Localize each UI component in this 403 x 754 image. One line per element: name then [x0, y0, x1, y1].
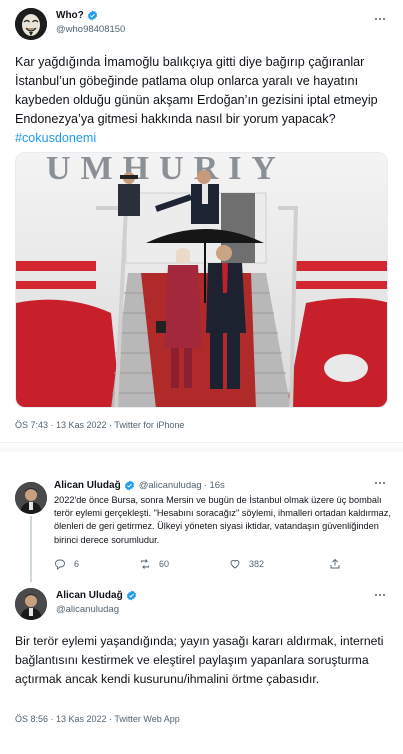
hashtag-link[interactable]: #cokusdonemi	[15, 131, 96, 145]
second-tweet: Alican Uludağ @alicanuludag Bir terör ey…	[0, 582, 403, 754]
tweet-text: Bir terör eylemi yaşandığında; yayın yas…	[15, 634, 384, 686]
like-count: 382	[249, 559, 265, 569]
reply-time[interactable]: · 16s	[204, 480, 225, 491]
tweet-text: Kar yağdığında İmamoğlu balıkçıya gitti …	[15, 53, 393, 148]
author-display-name[interactable]: Who?	[56, 10, 84, 21]
aircraft-lettering: UMHURIY	[46, 153, 286, 187]
author-name-row[interactable]: Alican Uludağ @alicanuludag · 16s	[54, 480, 225, 491]
share-icon	[330, 558, 340, 569]
like-action[interactable]: 382	[229, 558, 264, 570]
tweet-text-body: Kar yağdığında İmamoğlu balıkçıya gitti …	[15, 55, 378, 126]
thread-connector-line	[30, 516, 32, 582]
reply-text: 2022'de önce Bursa, sonra Mersin ve bugü…	[54, 495, 391, 545]
retweet-icon	[141, 559, 149, 569]
more-options-icon[interactable]	[375, 594, 389, 600]
reply-count: 6	[74, 559, 80, 569]
heart-icon	[230, 559, 240, 569]
author-name-row[interactable]: Alican Uludağ	[56, 590, 137, 601]
verified-badge-icon	[87, 10, 97, 21]
profile-photo	[15, 482, 47, 514]
tweet-actions: 6 60 382	[54, 558, 354, 572]
author-handle[interactable]: @alicanuludag	[139, 480, 202, 491]
more-options-icon[interactable]	[375, 18, 389, 24]
tweet-timestamp-meta[interactable]: ÖS 7:43 · 13 Kas 2022 · Twitter for iPho…	[15, 420, 184, 430]
verified-badge-icon	[126, 590, 136, 601]
avatar[interactable]	[15, 482, 47, 514]
profile-photo	[15, 588, 47, 620]
avatar[interactable]	[15, 588, 47, 620]
share-action[interactable]	[329, 558, 349, 570]
tweet-photo[interactable]: UMHURIY	[15, 152, 388, 408]
author-handle[interactable]: @who98408150	[56, 24, 125, 35]
verified-badge-icon	[124, 480, 134, 491]
more-options-icon[interactable]	[375, 482, 389, 488]
author-name-row[interactable]: Who?	[56, 10, 98, 21]
author-display-name[interactable]: Alican Uludağ	[54, 480, 121, 491]
mask-avatar-image	[15, 8, 47, 40]
retweet-action[interactable]: 60	[139, 558, 169, 570]
retweet-count: 60	[159, 559, 170, 569]
avatar[interactable]	[15, 8, 47, 40]
author-display-name[interactable]: Alican Uludağ	[56, 590, 123, 601]
airplane-photo: UMHURIY	[16, 153, 387, 407]
tweet-timestamp-meta[interactable]: ÖS 8:56 · 13 Kas 2022 · Twitter Web App	[15, 714, 180, 724]
reply-action[interactable]: 6	[54, 558, 79, 570]
author-handle[interactable]: @alicanuludag	[56, 604, 119, 615]
reply-icon	[55, 559, 65, 570]
divider	[0, 442, 403, 443]
main-tweet: Who? @who98408150 Kar yağdığında İmamoğl…	[0, 0, 403, 440]
